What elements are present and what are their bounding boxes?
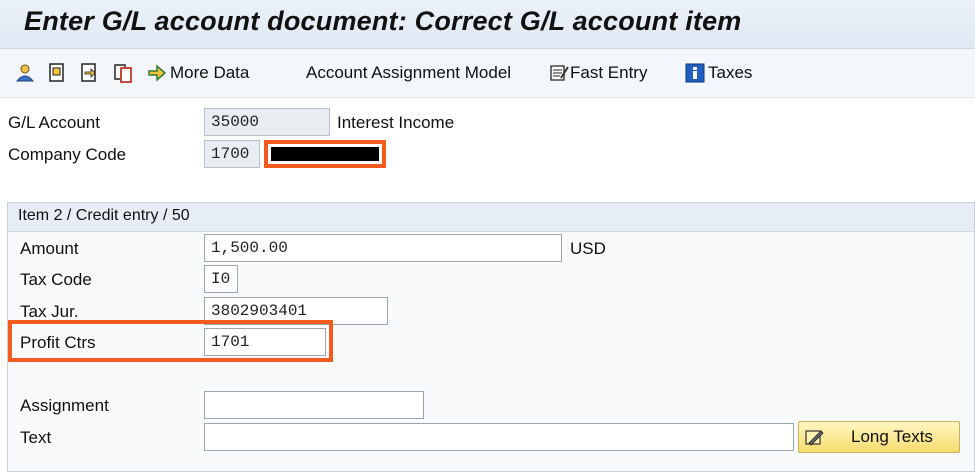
amount-label: Amount xyxy=(20,239,79,258)
item-group-header: Item 2 / Credit entry / 50 xyxy=(8,203,974,232)
long-texts-button[interactable]: Long Texts xyxy=(798,421,960,453)
profit-center-field[interactable]: 1701 xyxy=(204,328,326,356)
text-field[interactable] xyxy=(204,423,794,451)
tax-code-field[interactable]: I0 xyxy=(204,265,238,293)
document-forward-icon xyxy=(78,62,100,84)
pencil-note-icon xyxy=(803,426,825,448)
long-texts-label: Long Texts xyxy=(851,427,933,446)
amount-field[interactable]: 1,500.00 xyxy=(204,234,562,262)
account-assignment-model-button[interactable]: Account Assignment Model xyxy=(306,60,511,86)
document-forward-button[interactable] xyxy=(78,60,100,86)
fast-entry-label: Fast Entry xyxy=(570,63,648,82)
more-data-label: More Data xyxy=(170,63,250,82)
user-pin-button[interactable] xyxy=(14,60,36,86)
taxes-button[interactable]: Taxes xyxy=(684,60,752,86)
company-code-field[interactable]: 1700 xyxy=(204,140,260,168)
document-copy-button[interactable] xyxy=(112,60,134,86)
item-group-title: Item 2 / Credit entry / 50 xyxy=(18,207,190,224)
assignment-field[interactable] xyxy=(204,391,424,419)
document-copy-icon xyxy=(112,62,134,84)
gl-account-description: Interest Income xyxy=(337,113,455,132)
profit-center-label: Profit Ctrs xyxy=(20,333,96,352)
redacted-company-name xyxy=(271,147,379,161)
info-icon xyxy=(684,62,706,84)
gl-account-field[interactable]: 35000 xyxy=(204,108,330,136)
taxes-label: Taxes xyxy=(708,63,753,82)
user-pin-icon xyxy=(14,62,36,84)
window-title: Enter G/L account document: Correct G/L … xyxy=(24,6,742,36)
tax-jur-label: Tax Jur. xyxy=(20,302,79,321)
arrow-more-icon xyxy=(146,62,168,84)
application-toolbar: More Data Account Assignment Model Fast … xyxy=(0,49,975,98)
amount-currency: USD xyxy=(570,239,606,258)
fast-entry-icon xyxy=(548,62,570,84)
text-label: Text xyxy=(20,428,52,447)
assignment-label: Assignment xyxy=(20,396,109,415)
tax-code-label: Tax Code xyxy=(20,270,92,289)
account-assignment-model-label: Account Assignment Model xyxy=(306,63,512,82)
document-edit-button[interactable] xyxy=(46,60,68,86)
gl-account-label: G/L Account xyxy=(8,113,100,132)
company-code-label: Company Code xyxy=(8,145,127,164)
more-data-button[interactable]: More Data xyxy=(146,60,249,86)
title-bar: Enter G/L account document: Correct G/L … xyxy=(0,0,975,49)
document-edit-icon xyxy=(46,62,68,84)
fast-entry-button[interactable]: Fast Entry xyxy=(548,60,647,86)
